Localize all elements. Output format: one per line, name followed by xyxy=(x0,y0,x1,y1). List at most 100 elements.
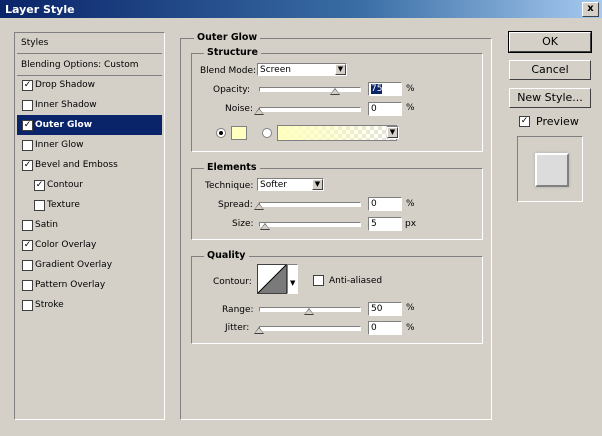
opacity-label: Opacity: xyxy=(213,85,250,95)
inner-shadow-checkbox[interactable] xyxy=(22,100,33,111)
sidebar-item-label: Gradient Overlay xyxy=(35,260,113,270)
glow-color-swatch[interactable] xyxy=(231,126,247,140)
styles-header[interactable]: Styles xyxy=(17,33,162,54)
sidebar-item-outer-glow[interactable]: ✓ Outer Glow xyxy=(17,115,162,135)
sidebar-item-drop-shadow[interactable]: ✓ Drop Shadow xyxy=(17,75,162,95)
preview-swatch xyxy=(535,153,569,187)
stroke-checkbox[interactable] xyxy=(22,300,33,311)
jitter-slider-thumb[interactable] xyxy=(254,327,264,334)
sidebar-item-texture[interactable]: Texture xyxy=(17,195,162,215)
size-slider-thumb[interactable] xyxy=(260,223,270,230)
sidebar-item-gradient-overlay[interactable]: Gradient Overlay xyxy=(17,255,162,275)
spread-unit: % xyxy=(406,199,415,209)
technique-label: Technique: xyxy=(205,181,254,191)
gradient-radio[interactable] xyxy=(262,128,272,138)
spread-input[interactable]: 0 xyxy=(368,197,402,211)
range-slider-thumb[interactable] xyxy=(304,308,314,315)
sidebar-item-contour[interactable]: ✓ Contour xyxy=(17,175,162,195)
noise-input[interactable]: 0 xyxy=(368,102,402,116)
sidebar-item-label: Outer Glow xyxy=(35,120,93,130)
ok-button[interactable]: OK xyxy=(508,31,592,53)
opacity-unit: % xyxy=(406,84,415,94)
blend-mode-value: Screen xyxy=(260,65,291,75)
opacity-slider-thumb[interactable] xyxy=(330,88,340,95)
technique-value: Softer xyxy=(260,180,287,190)
blend-mode-select[interactable]: Screen ▼ xyxy=(257,63,347,76)
size-label: Size: xyxy=(232,219,254,229)
jitter-input[interactable]: 0 xyxy=(368,321,402,335)
sidebar-item-satin[interactable]: Satin xyxy=(17,215,162,235)
contour-curve-icon xyxy=(257,264,287,294)
anti-aliased-checkbox[interactable] xyxy=(313,275,324,286)
sidebar-item-color-overlay[interactable]: ✓ Color Overlay xyxy=(17,235,162,255)
range-label: Range: xyxy=(222,305,254,315)
drop-shadow-checkbox[interactable]: ✓ xyxy=(22,80,33,91)
close-button[interactable]: x xyxy=(582,2,599,17)
technique-select[interactable]: Softer ▼ xyxy=(257,178,324,191)
blend-mode-label: Blend Mode: xyxy=(200,66,257,76)
gradient-overlay-checkbox[interactable] xyxy=(22,260,33,271)
contour-dropdown[interactable]: ▼ xyxy=(287,264,298,294)
spread-slider-track[interactable] xyxy=(259,202,361,207)
chevron-down-icon: ▼ xyxy=(312,179,323,190)
preview-label: Preview xyxy=(536,115,579,128)
opacity-input[interactable]: 75 xyxy=(368,82,402,96)
title-bar xyxy=(0,0,602,18)
inner-glow-checkbox[interactable] xyxy=(22,140,33,151)
spread-label: Spread: xyxy=(218,200,253,210)
opacity-value: 75 xyxy=(371,84,383,94)
gradient-dropdown[interactable]: ▼ xyxy=(387,126,399,139)
preview-checkbox[interactable]: ✓ xyxy=(519,116,530,127)
panel-title: Outer Glow xyxy=(194,32,261,43)
sidebar-item-label: Inner Glow xyxy=(35,140,84,150)
window-title: Layer Style xyxy=(5,3,75,16)
spread-slider-thumb[interactable] xyxy=(254,203,264,210)
sidebar-item-inner-glow[interactable]: Inner Glow xyxy=(17,135,162,155)
sidebar-item-label: Bevel and Emboss xyxy=(35,160,118,170)
cancel-button[interactable]: Cancel xyxy=(509,60,591,80)
size-input[interactable]: 5 xyxy=(368,217,402,231)
sidebar-item-stroke[interactable]: Stroke xyxy=(17,295,162,315)
sidebar-item-pattern-overlay[interactable]: Pattern Overlay xyxy=(17,275,162,295)
sidebar-item-inner-shadow[interactable]: Inner Shadow xyxy=(17,95,162,115)
size-slider-track[interactable] xyxy=(259,222,361,227)
range-input[interactable]: 50 xyxy=(368,302,402,316)
structure-legend: Structure xyxy=(204,47,261,58)
sidebar-item-label: Color Overlay xyxy=(35,240,97,250)
color-overlay-checkbox[interactable]: ✓ xyxy=(22,240,33,251)
chevron-down-icon: ▼ xyxy=(335,64,346,75)
anti-aliased-label: Anti-aliased xyxy=(329,276,383,286)
contour-checkbox[interactable]: ✓ xyxy=(34,180,45,191)
size-unit: px xyxy=(405,219,417,229)
sidebar-item-label: Texture xyxy=(47,200,80,210)
sidebar-item-label: Satin xyxy=(35,220,58,230)
jitter-slider-track[interactable] xyxy=(259,326,361,331)
elements-legend: Elements xyxy=(204,162,260,173)
noise-slider-thumb[interactable] xyxy=(254,108,264,115)
bevel-emboss-checkbox[interactable]: ✓ xyxy=(22,160,33,171)
solid-color-radio[interactable] xyxy=(216,128,226,138)
pattern-overlay-checkbox[interactable] xyxy=(22,280,33,291)
jitter-unit: % xyxy=(406,323,415,333)
noise-unit: % xyxy=(406,103,415,113)
new-style-button[interactable]: New Style... xyxy=(509,88,591,108)
noise-slider-track[interactable] xyxy=(259,107,361,112)
styles-list: Styles Blending Options: Custom ✓ Drop S… xyxy=(14,32,165,420)
outer-glow-checkbox[interactable]: ✓ xyxy=(22,120,33,131)
blending-options-item[interactable]: Blending Options: Custom xyxy=(17,55,162,76)
sidebar-item-bevel-emboss[interactable]: ✓ Bevel and Emboss xyxy=(17,155,162,175)
sidebar-item-label: Contour xyxy=(47,180,83,190)
texture-checkbox[interactable] xyxy=(34,200,45,211)
noise-label: Noise: xyxy=(225,104,253,114)
opacity-slider-track[interactable] xyxy=(259,87,361,92)
contour-picker[interactable] xyxy=(257,264,287,294)
blending-options-label: Blending Options: Custom xyxy=(21,60,139,70)
style-preview xyxy=(517,136,583,202)
styles-header-label: Styles xyxy=(21,38,49,48)
jitter-label: Jitter: xyxy=(225,323,250,333)
sidebar-item-label: Drop Shadow xyxy=(35,80,96,90)
glow-gradient-picker[interactable] xyxy=(277,125,397,141)
satin-checkbox[interactable] xyxy=(22,220,33,231)
sidebar-item-label: Stroke xyxy=(35,300,64,310)
chevron-down-icon: ▼ xyxy=(290,279,296,287)
